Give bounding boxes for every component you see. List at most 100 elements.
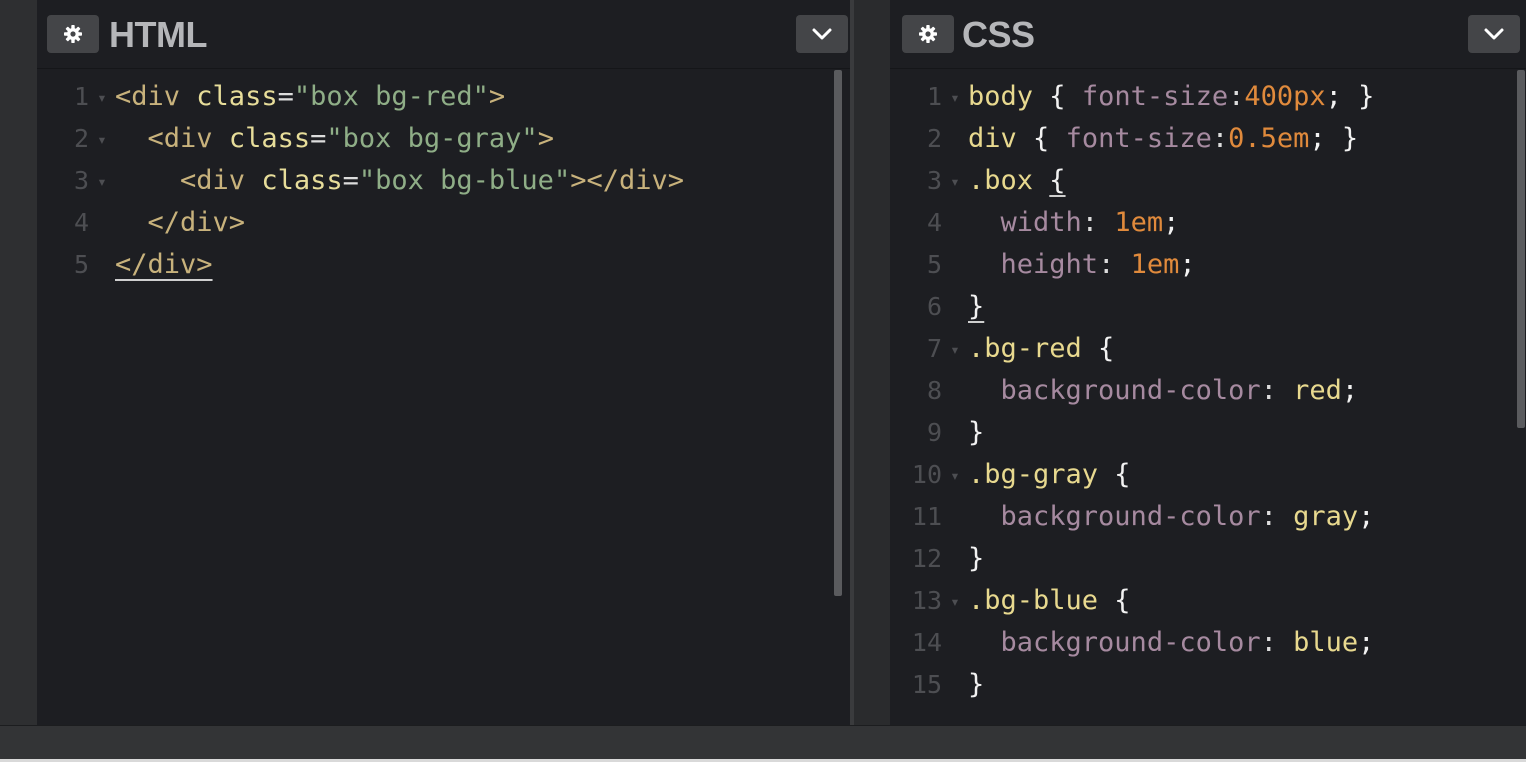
css-code-editor[interactable]: 1 ▾ body { font-size:400px; } 2 div { font-… [890,76,1526,725]
code-token: <div [180,165,246,196]
html-code-editor[interactable]: 1 ▾ <div class="box bg-red"> 2 ▾ <div class=… [37,76,850,725]
code-line: 1 ▾ body { font-size:400px; } [890,76,1375,119]
code-token: background-color [1000,501,1261,532]
css-settings-button[interactable] [902,15,954,53]
code-token: ; } [1325,81,1375,112]
line-number: 10 [911,460,942,489]
code-token: 400px [1244,81,1326,112]
fold-arrow-icon[interactable]: ▾ [942,161,968,203]
code-token: "box bg-gray" [326,123,538,154]
code-token: { [1033,81,1082,112]
code-token: </div> [115,249,213,280]
code-token: { [1016,123,1066,154]
fold-arrow-icon[interactable]: ▾ [942,455,968,497]
code-line: 4 width: 1em; [890,202,1179,244]
code-token: ; [1341,375,1359,406]
fold-arrow-icon[interactable]: ▾ [89,77,115,119]
css-editor-panel: CSS 1 ▾ body { font-size:400px; } 2 div { f… [890,0,1526,725]
code-line: 3 ▾ <div class="box bg-blue"></div> [37,160,684,202]
html-collapse-button[interactable] [796,15,848,53]
code-token: : [1098,249,1131,280]
code-line: 13 ▾ .bg-blue { [890,580,1131,622]
code-line: 7 ▾ .bg-red { [890,328,1114,370]
code-token: background-color [1000,375,1261,406]
code-token: div [968,123,1017,154]
code-token: ></div> [570,165,684,196]
css-panel-title: CSS [962,14,1035,55]
code-line: 10 ▾ .bg-gray { [890,454,1131,496]
code-token: red [1293,375,1342,406]
chevron-down-icon [1484,28,1504,40]
line-number: 9 [926,418,942,447]
code-line: 12 } [890,538,984,580]
code-token: class [228,123,311,154]
code-token: ; [1179,249,1196,280]
code-token: gray [1293,501,1359,532]
code-line: 11 background-color: gray; [890,496,1375,539]
fold-arrow-icon[interactable]: ▾ [942,581,968,623]
code-line: 5 </div> [37,244,213,286]
line-number: 14 [911,628,942,657]
code-token: .bg-gray [968,459,1099,490]
code-token: = [277,81,294,112]
css-collapse-button[interactable] [1468,15,1520,53]
code-token: .bg-red [968,333,1082,364]
code-token: : [1211,123,1229,154]
code-token: height [1000,249,1099,280]
code-token: 0.5em [1228,123,1310,154]
bottom-bar [0,725,1526,762]
css-scrollbar[interactable] [1517,70,1525,428]
code-token: } [968,543,985,574]
code-line: 14 background-color: blue; [890,622,1375,664]
fold-arrow-icon[interactable]: ▾ [89,161,115,203]
fold-arrow-icon[interactable]: ▾ [942,77,968,119]
code-token: } [968,417,985,448]
line-number: 13 [911,586,942,615]
code-line: 2 ▾ <div class="box bg-gray"> [37,118,554,160]
line-number: 12 [911,544,942,573]
line-number: 2 [73,124,89,153]
code-token: "box bg-blue" [358,165,571,196]
code-token: <div [115,81,181,112]
fold-arrow-icon[interactable]: ▾ [942,329,968,371]
code-token: { [1081,333,1115,364]
code-token: } [968,291,985,322]
code-token: > [488,81,506,112]
code-token: width [1000,207,1082,238]
line-number: 5 [926,250,942,279]
code-token: : [1081,207,1115,238]
line-number: 3 [926,166,942,195]
line-number: 6 [926,292,942,321]
code-token: <div [147,123,213,154]
line-number: 7 [926,334,942,363]
code-line: 9 } [890,412,984,454]
html-settings-button[interactable] [47,15,99,53]
code-token: = [310,123,327,154]
code-token: } [968,669,985,700]
panel-resizer[interactable] [850,0,890,725]
html-scrollbar[interactable] [834,70,842,596]
code-token: ; [1358,501,1375,532]
code-token: blue [1293,627,1359,658]
code-line: 3 ▾ .box { [890,160,1066,202]
code-line: 5 height: 1em; [890,244,1196,286]
line-number: 1 [73,82,89,111]
fold-arrow-icon[interactable]: ▾ [89,119,115,161]
code-token: "box bg-red" [293,81,489,112]
code-token: class [261,165,343,196]
line-number: 5 [73,250,89,279]
code-token: 1em [1114,207,1164,238]
html-panel-header: HTML [37,0,850,69]
chevron-down-icon [812,28,832,40]
line-number: 15 [911,670,942,699]
